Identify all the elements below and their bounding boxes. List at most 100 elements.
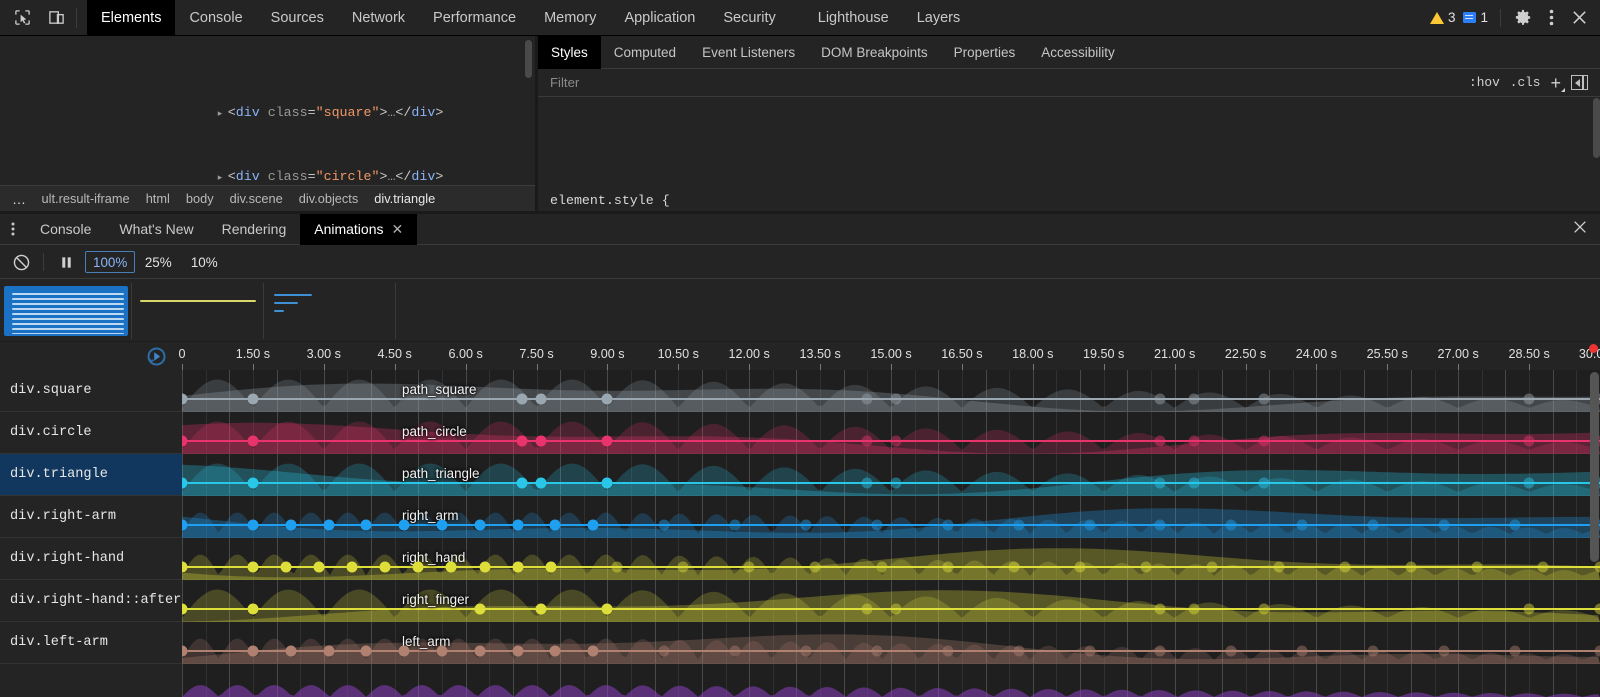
keyframe-marker[interactable] (1439, 646, 1450, 657)
track-name-div-right-hand[interactable]: div.right-hand (0, 538, 182, 580)
keyframe-marker[interactable] (280, 562, 291, 573)
keyframe-marker[interactable] (474, 646, 485, 657)
keyframe-marker[interactable] (361, 646, 372, 657)
keyframe-marker[interactable] (602, 394, 613, 405)
keyframe-marker[interactable] (1226, 520, 1237, 531)
breadcrumb-item-body[interactable]: body (178, 191, 222, 206)
speed-10-button[interactable]: 10% (181, 251, 227, 273)
keyframe-marker[interactable] (1084, 646, 1095, 657)
animation-track-path_square[interactable]: path_square (182, 370, 1600, 412)
keyframe-marker[interactable] (1155, 478, 1166, 489)
keyframe-marker[interactable] (1595, 646, 1600, 657)
keyframe-marker[interactable] (399, 646, 410, 657)
keyframe-marker[interactable] (602, 478, 613, 489)
keyframe-marker[interactable] (659, 646, 670, 657)
keyframe-marker[interactable] (247, 646, 258, 657)
keyframe-marker[interactable] (942, 562, 953, 573)
tab-elements[interactable]: Elements (87, 0, 175, 36)
animation-tracks-canvas[interactable]: path_squarepath_circlepath_triangleright… (182, 370, 1600, 697)
tab-styles[interactable]: Styles (538, 36, 601, 69)
keyframe-marker[interactable] (474, 604, 485, 615)
keyframe-marker[interactable] (1273, 562, 1284, 573)
breadcrumb-item-triangle[interactable]: div.triangle (366, 191, 443, 206)
keyframe-marker[interactable] (871, 646, 882, 657)
keyframe-marker[interactable] (1141, 562, 1152, 573)
keyframe-marker[interactable] (611, 562, 622, 573)
dom-tree-scrollbar[interactable] (525, 40, 532, 78)
track-name-div-right-hand-after[interactable]: div.right-hand::after (0, 580, 182, 622)
keyframe-marker[interactable] (1188, 394, 1199, 405)
keyframe-marker[interactable] (517, 436, 528, 447)
replay-icon[interactable] (146, 346, 167, 372)
keyframe-marker[interactable] (602, 436, 613, 447)
keyframe-marker[interactable] (1188, 604, 1199, 615)
keyframe-marker[interactable] (942, 646, 953, 657)
keyframe-marker[interactable] (744, 562, 755, 573)
keyframe-marker[interactable] (1524, 394, 1535, 405)
track-name-div-circle[interactable]: div.circle (0, 412, 182, 454)
breadcrumb-item-html[interactable]: html (138, 191, 178, 206)
keyframe-marker[interactable] (247, 520, 258, 531)
keyframe-marker[interactable] (413, 562, 424, 573)
breadcrumb-item-objects[interactable]: div.objects (291, 191, 367, 206)
keyframe-marker[interactable] (247, 478, 258, 489)
cls-button[interactable]: .cls (1510, 75, 1541, 90)
animation-track-right_finger[interactable]: right_finger (182, 580, 1600, 622)
keyframe-marker[interactable] (1155, 520, 1166, 531)
keyframe-marker[interactable] (1405, 562, 1416, 573)
keyframe-marker[interactable] (1155, 604, 1166, 615)
drawer-tab-whats-new[interactable]: What's New (105, 214, 207, 245)
drawer-close-icon[interactable] (1572, 219, 1600, 240)
keyframe-marker[interactable] (1368, 646, 1379, 657)
dom-node-circle[interactable]: ▸<div class="circle">…</div> (0, 145, 535, 167)
tab-performance[interactable]: Performance (419, 0, 530, 36)
keyframe-marker[interactable] (890, 394, 901, 405)
drawer-tab-console[interactable]: Console (26, 214, 105, 245)
keyframe-marker[interactable] (1297, 646, 1308, 657)
keyframe-marker[interactable] (862, 436, 873, 447)
timeline-vertical-scrollbar[interactable] (1590, 372, 1599, 562)
animation-group-3[interactable] (264, 283, 396, 339)
dom-node-square[interactable]: ▸<div class="square">…</div> (0, 80, 535, 102)
animation-track-right_hand[interactable]: right_hand (182, 538, 1600, 580)
keyframe-marker[interactable] (1524, 436, 1535, 447)
keyframe-marker[interactable] (1013, 646, 1024, 657)
tab-properties[interactable]: Properties (941, 36, 1029, 69)
keyframe-marker[interactable] (1259, 478, 1270, 489)
tab-accessibility[interactable]: Accessibility (1028, 36, 1128, 69)
close-icon[interactable] (1566, 5, 1592, 31)
keyframe-marker[interactable] (800, 520, 811, 531)
speed-25-button[interactable]: 25% (135, 251, 181, 273)
keyframe-marker[interactable] (1259, 604, 1270, 615)
keyframe-marker[interactable] (1439, 520, 1450, 531)
keyframe-marker[interactable] (347, 562, 358, 573)
keyframe-marker[interactable] (536, 478, 547, 489)
keyframe-marker[interactable] (550, 646, 561, 657)
keyframe-marker[interactable] (659, 520, 670, 531)
keyframe-marker[interactable] (588, 520, 599, 531)
keyframe-marker[interactable] (399, 520, 410, 531)
keyframe-marker[interactable] (1207, 562, 1218, 573)
clear-animations-icon[interactable] (8, 249, 34, 275)
tab-event-listeners[interactable]: Event Listeners (689, 36, 808, 69)
track-name-div-left-arm[interactable]: div.left-arm (0, 622, 182, 664)
track-name-div-triangle[interactable]: div.triangle (0, 454, 182, 496)
keyframe-marker[interactable] (800, 646, 811, 657)
keyframe-marker[interactable] (1188, 478, 1199, 489)
keyframe-marker[interactable] (536, 394, 547, 405)
keyframe-marker[interactable] (862, 394, 873, 405)
element-style-selector[interactable]: element.style { (550, 190, 1600, 212)
keyframe-marker[interactable] (1368, 520, 1379, 531)
keyframe-marker[interactable] (512, 646, 523, 657)
breadcrumb-item-iframe[interactable]: ult.result-iframe (34, 191, 138, 206)
keyframe-marker[interactable] (1155, 394, 1166, 405)
keyframe-marker[interactable] (247, 604, 258, 615)
keyframe-marker[interactable] (479, 562, 490, 573)
keyframe-marker[interactable] (871, 520, 882, 531)
breadcrumb-item-scene[interactable]: div.scene (222, 191, 291, 206)
styles-filter-placeholder[interactable]: Filter (550, 75, 579, 90)
keyframe-marker[interactable] (285, 520, 296, 531)
keyframe-marker[interactable] (890, 436, 901, 447)
keyframe-marker[interactable] (436, 646, 447, 657)
keyframe-marker[interactable] (1188, 436, 1199, 447)
